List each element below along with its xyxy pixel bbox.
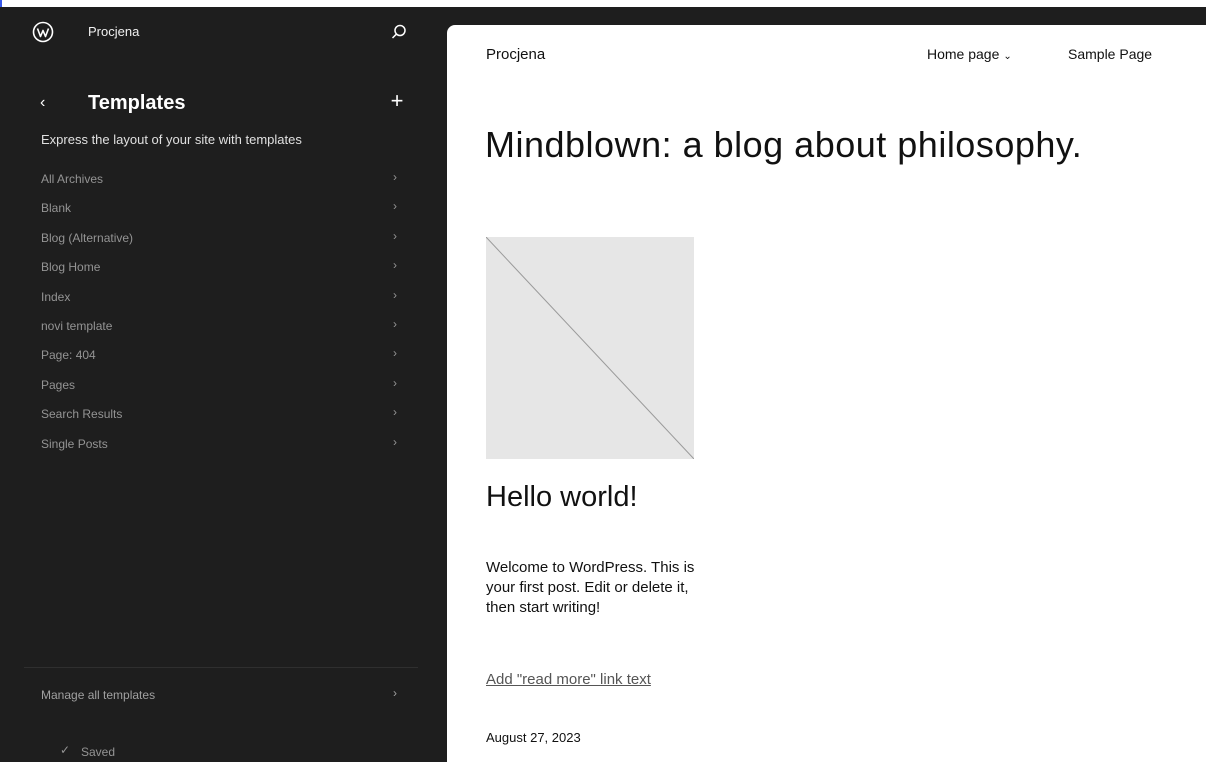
templates-header: ‹ Templates + [0,87,447,121]
template-item[interactable]: Blog Home › [0,253,447,282]
template-item-label: Blank [41,201,72,216]
post-date: August 27, 2023 [486,730,581,745]
post-excerpt: Welcome to WordPress. This is your first… [486,559,695,616]
top-strip [0,0,1206,7]
search-icon[interactable] [390,23,408,41]
template-item-label: Single Posts [41,436,108,451]
manage-templates-label: Manage all templates [41,688,156,702]
sidebar-divider [24,667,418,668]
save-status: ✓ Saved [0,742,447,762]
template-item-label: Blog Home [41,260,101,275]
chevron-right-icon: › [393,199,397,214]
template-item[interactable]: Search Results › [0,400,447,429]
template-item[interactable]: Index › [0,283,447,312]
template-item-label: All Archives [41,172,104,186]
template-item-label: Index [41,289,71,304]
site-name[interactable]: Procjena [88,24,139,39]
plus-icon[interactable]: + [387,89,407,113]
templates-description: Express the layout of your site with tem… [41,132,302,147]
chevron-right-icon: › [393,346,397,361]
nav-item-label: Home page [927,46,1000,62]
nav-item-sample-page[interactable]: Sample Page [1068,46,1152,62]
template-item[interactable]: novi template › [0,312,447,341]
chevron-right-icon: › [393,434,397,449]
template-item-label: Search Results [41,407,123,422]
saved-label: Saved [81,745,116,759]
template-item[interactable]: Single Posts › [0,430,447,459]
check-icon: ✓ [60,743,71,757]
template-item[interactable]: Pages › [0,371,447,400]
chevron-right-icon: › [393,405,397,420]
chevron-right-icon: › [393,170,397,184]
templates-title: Templates [88,92,186,114]
wordpress-logo-icon[interactable] [32,21,54,43]
template-item[interactable]: Blank › [0,194,447,223]
chevron-right-icon: › [393,258,397,273]
site-editor-sidebar: Procjena ‹ Templates + Express the layou… [0,7,447,762]
page-heading: Mindblown: a blog about philosophy. [485,124,1083,165]
chevron-left-icon[interactable]: ‹ [40,94,52,112]
sidebar-header: Procjena [0,7,447,55]
chevron-right-icon: › [393,375,397,390]
chevron-right-icon: › [393,316,397,331]
post-title[interactable]: Hello world! [486,480,686,514]
templates-list: All Archives › Blank › Blog (Alternative… [0,165,447,459]
template-item[interactable]: Page: 404 › [0,341,447,370]
chevron-right-icon: › [393,287,397,302]
chevron-right-icon: › [393,228,397,243]
chevron-right-icon: › [393,686,397,700]
preview-site-title[interactable]: Procjena [486,46,545,63]
template-item-label: Page: 404 [41,348,96,363]
template-item-label: novi template [41,318,113,333]
template-item-label: Pages [41,377,76,392]
manage-templates-link[interactable]: Manage all templates › [0,678,447,712]
site-preview: Procjena Home page ⌄ Sample Page Mindblow… [447,7,1206,762]
template-item-label: Blog (Alternative) [41,230,134,245]
featured-image-placeholder [486,237,694,459]
preview-frame[interactable]: Procjena Home page ⌄ Sample Page Mindblow… [447,25,1206,762]
read-more-link[interactable]: Add "read more" link text [486,670,696,690]
nav-item-home-page[interactable]: Home page ⌄ [927,46,1012,62]
template-item[interactable]: All Archives › [0,165,447,194]
chevron-down-icon: ⌄ [1003,51,1012,62]
template-item[interactable]: Blog (Alternative) › [0,224,447,253]
